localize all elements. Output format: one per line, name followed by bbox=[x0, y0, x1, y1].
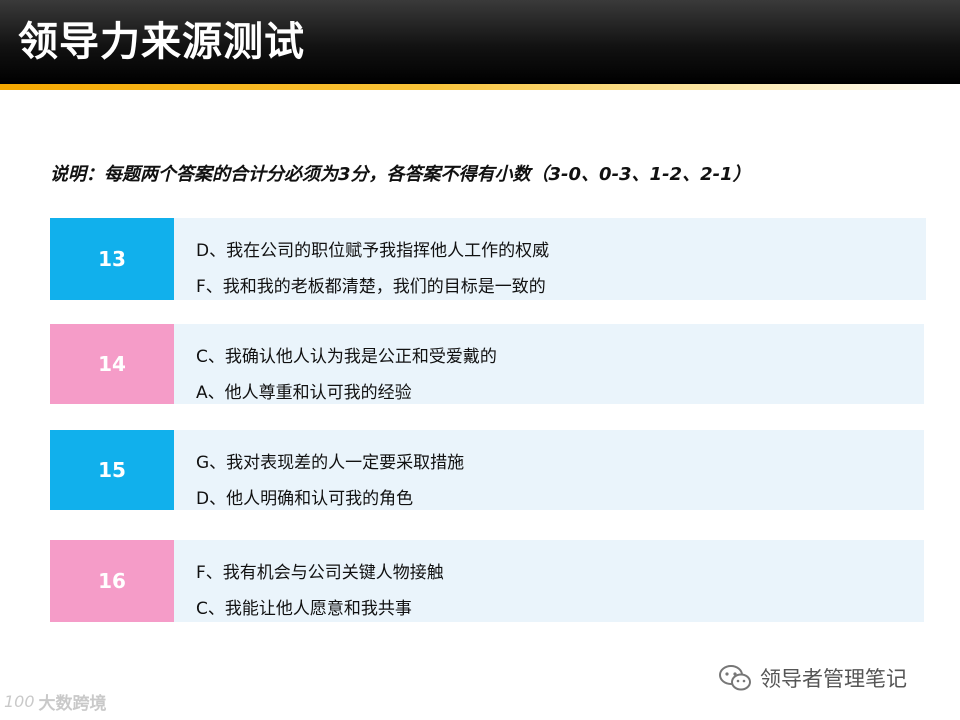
question-card-15: 15 G、我对表现差的人一定要采取措施 D、他人明确和认可我的角色 bbox=[50, 430, 924, 510]
instruction-note: 说明：每题两个答案的合计分必须为3分，各答案不得有小数（3-0、0-3、1-2、… bbox=[50, 164, 751, 185]
wechat-icon bbox=[718, 663, 752, 693]
page-title: 领导力来源测试 bbox=[18, 19, 305, 65]
brand-logo: 100 bbox=[4, 691, 35, 711]
question-card-13: 13 D、我在公司的职位赋予我指挥他人工作的权威 F、我和我的老板都清楚，我们的… bbox=[50, 218, 926, 300]
answer-option: C、我确认他人认为我是公正和受爱戴的 bbox=[196, 347, 497, 367]
answer-option: F、我有机会与公司关键人物接触 bbox=[196, 563, 444, 583]
answer-option: C、我能让他人愿意和我共事 bbox=[196, 599, 412, 619]
question-number: 15 bbox=[50, 430, 174, 510]
wechat-watermark: 领导者管理笔记 bbox=[718, 660, 907, 696]
question-card-16: 16 F、我有机会与公司关键人物接触 C、我能让他人愿意和我共事 bbox=[50, 540, 924, 622]
question-number: 14 bbox=[50, 324, 174, 404]
question-number: 16 bbox=[50, 540, 174, 622]
title-bar: 领导力来源测试 bbox=[0, 0, 960, 84]
answer-option: G、我对表现差的人一定要采取措施 bbox=[196, 453, 465, 473]
answer-option: D、他人明确和认可我的角色 bbox=[196, 489, 414, 509]
brand-text: 大数跨境 bbox=[38, 693, 107, 714]
answer-option: D、我在公司的职位赋予我指挥他人工作的权威 bbox=[196, 241, 550, 261]
question-card-14: 14 C、我确认他人认为我是公正和受爱戴的 A、他人尊重和认可我的经验 bbox=[50, 324, 924, 404]
answer-option: F、我和我的老板都清楚，我们的目标是一致的 bbox=[196, 277, 546, 297]
answer-option: A、他人尊重和认可我的经验 bbox=[196, 383, 412, 403]
watermark-text: 领导者管理笔记 bbox=[760, 667, 907, 691]
accent-divider bbox=[0, 84, 960, 90]
brand-watermark: 100 大数跨境 bbox=[4, 688, 107, 714]
question-number: 13 bbox=[50, 218, 174, 300]
